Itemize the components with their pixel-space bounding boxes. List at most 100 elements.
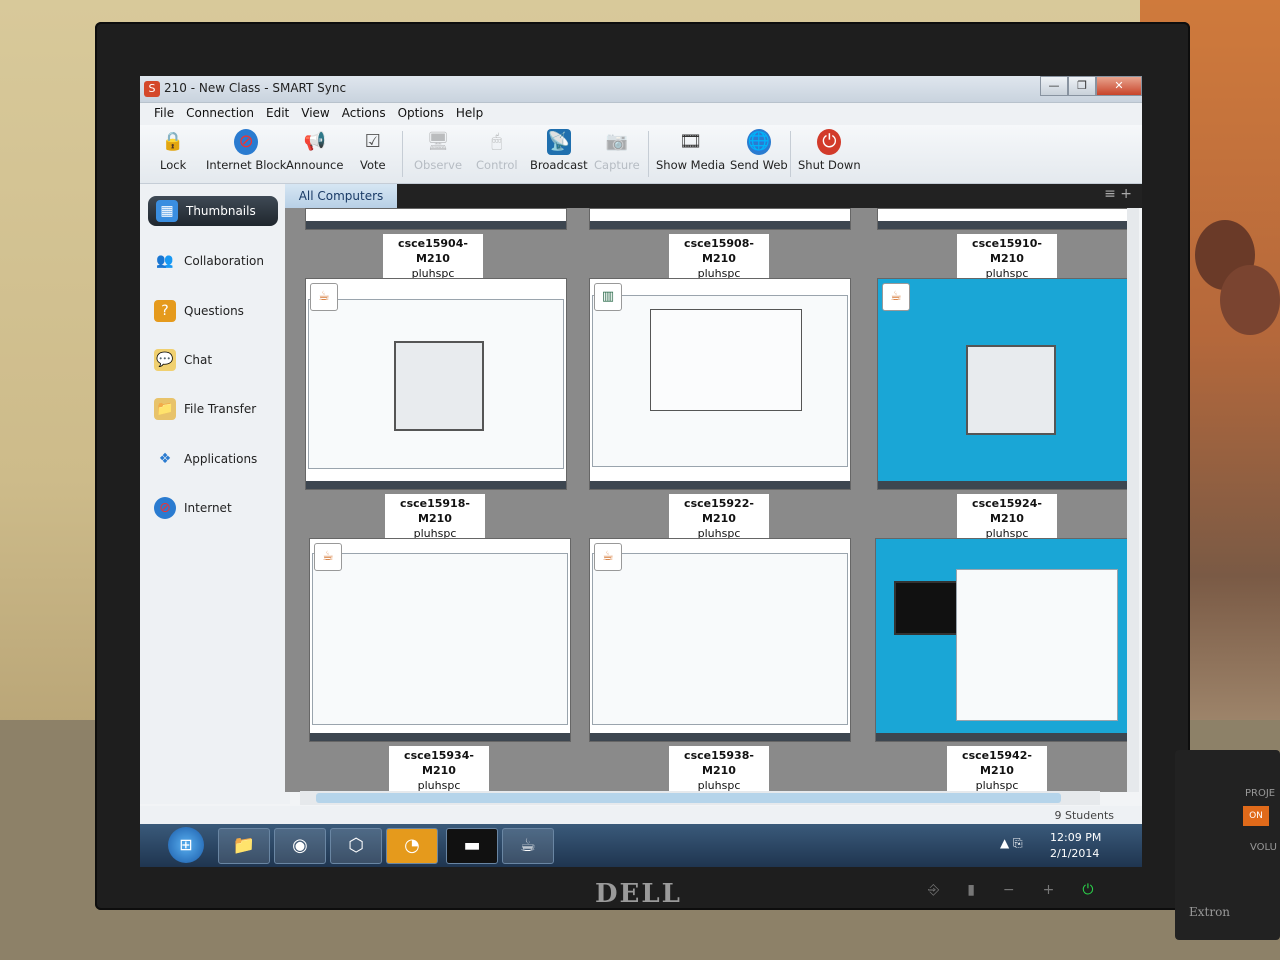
taskbar-chrome[interactable]: ◉ [274, 828, 326, 864]
computer-caption: csce15934-M210 pluhspc [389, 746, 489, 792]
vote-button[interactable]: ☑ Vote [360, 129, 386, 172]
power-icon[interactable]: ⏻ [1082, 882, 1093, 898]
sidebar-item-label: Internet [184, 501, 232, 515]
film-icon: 🎞 [679, 131, 703, 152]
computer-caption: csce15942-M210 pluhspc [947, 746, 1047, 792]
sidebar-item-applications[interactable]: ❖ Applications [154, 444, 258, 474]
computer-caption: csce15918-M210 pluhspc [385, 494, 485, 543]
window-title: 210 - New Class - SMART Sync [164, 81, 347, 95]
globe-icon: ⊘ [154, 497, 176, 519]
sidebar-item-internet[interactable]: ⊘ Internet [154, 493, 232, 523]
thumbnails-icon: ▦ [156, 200, 178, 222]
java-icon: ☕ [314, 543, 342, 571]
chat-icon: 💬 [154, 349, 176, 371]
sidebar-item-label: Thumbnails [186, 204, 256, 218]
computer-thumbnail[interactable] [877, 208, 1127, 230]
extron-on-button[interactable]: ON [1243, 806, 1269, 826]
menu-file[interactable]: File [150, 103, 182, 125]
lock-icon: 🔒 [161, 131, 185, 152]
computer-thumbnail[interactable] [875, 538, 1127, 742]
vote-label: Vote [360, 158, 386, 172]
lock-label: Lock [160, 158, 187, 172]
tab-tools-icon[interactable]: ≡ + [1104, 186, 1132, 202]
monitor-input-icon[interactable]: ⎆ [928, 882, 939, 898]
sidebar-item-collaboration[interactable]: 👥 Collaboration [154, 246, 264, 276]
sidebar-item-questions[interactable]: ? Questions [154, 296, 244, 326]
computer-caption: csce15908-M210 pluhspc [669, 234, 769, 283]
computer-thumbnail[interactable] [305, 208, 567, 230]
thumbnail-grid: csce15904-M210 pluhspc csce15908-M210 pl… [285, 208, 1127, 792]
dialog-window [650, 309, 802, 411]
capture-button[interactable]: 📷 Capture [594, 129, 640, 172]
monitor-minus-icon[interactable]: − [1003, 882, 1015, 898]
control-icon: 🖱 [491, 131, 503, 152]
power-icon: ⏻ [817, 129, 842, 155]
taskbar-command-prompt[interactable]: ▬ [446, 828, 498, 864]
sidebar-item-thumbnails[interactable]: ▦ Thumbnails [148, 196, 278, 226]
close-button[interactable]: ✕ [1096, 76, 1142, 96]
computer-thumbnail[interactable]: ☕ [877, 278, 1127, 490]
status-bar: 9 Students [140, 806, 1142, 824]
extron-proj-label: PROJE [1245, 788, 1276, 799]
toolbar-separator [648, 131, 649, 177]
send-web-button[interactable]: 🌐 Send Web [730, 129, 788, 172]
computer-name: csce15942-M210 [962, 749, 1032, 777]
computer-caption: csce15910-M210 pluhspc [957, 234, 1057, 283]
java-icon: ☕ [594, 543, 622, 571]
computer-caption: csce15904-M210 pluhspc [383, 234, 483, 283]
menu-bar: File Connection Edit View Actions Option… [140, 103, 1142, 125]
computer-name: csce15922-M210 [684, 497, 754, 525]
capture-label: Capture [594, 158, 640, 172]
taskbar-explorer[interactable]: 📁 [218, 828, 270, 864]
extron-volume-label: VOLU [1250, 842, 1277, 853]
menu-help[interactable]: Help [452, 103, 491, 125]
taskbar-clock[interactable]: 12:09 PM 2/1/2014 [1050, 830, 1101, 862]
scrollbar-thumb[interactable] [316, 793, 1061, 803]
shut-down-button[interactable]: ⏻ Shut Down [798, 129, 861, 172]
menu-view[interactable]: View [297, 103, 337, 125]
observe-icon: 🖥 [426, 131, 450, 152]
monitor-menu-icon[interactable]: ▮ [967, 882, 975, 898]
menu-connection[interactable]: Connection [182, 103, 262, 125]
menu-options[interactable]: Options [394, 103, 452, 125]
background-person [1220, 265, 1280, 335]
clock-date: 2/1/2014 [1050, 847, 1100, 860]
lock-button[interactable]: 🔒 Lock [160, 129, 186, 172]
tab-all-computers[interactable]: All Computers [285, 184, 397, 208]
tab-strip: All Computers ≡ + [285, 184, 1142, 208]
computer-thumbnail[interactable]: ☕ [309, 538, 571, 742]
taskbar-virtualbox[interactable]: ⬡ [330, 828, 382, 864]
taskbar-smart-sync[interactable]: ◔ [386, 828, 438, 864]
internet-block-button[interactable]: ⊘ Internet Block [206, 129, 286, 172]
vertical-scrollbar[interactable] [1127, 208, 1139, 792]
maximize-button[interactable]: ❐ [1068, 76, 1096, 96]
computer-thumbnail[interactable] [589, 208, 851, 230]
computer-name: csce15904-M210 [398, 237, 468, 265]
question-icon: ? [154, 300, 176, 322]
screen: S 210 - New Class - SMART Sync — ❐ ✕ Fil… [140, 76, 1142, 867]
computer-thumbnail[interactable]: ▥ [589, 278, 851, 490]
broadcast-button[interactable]: 📡 Broadcast [530, 129, 588, 172]
minimize-button[interactable]: — [1040, 76, 1068, 96]
taskbar-java[interactable]: ☕ [502, 828, 554, 864]
monitor-buttons: ⎆ ▮ − + ⏻ [928, 882, 1093, 898]
system-tray[interactable]: ▲ ⎘ [1000, 836, 1023, 851]
control-button[interactable]: 🖱 Control [476, 129, 518, 172]
sidebar-item-label: Applications [184, 452, 258, 466]
menu-edit[interactable]: Edit [262, 103, 297, 125]
show-media-button[interactable]: 🎞 Show Media [656, 129, 725, 172]
sidebar-item-label: Chat [184, 353, 213, 367]
observe-button[interactable]: 🖥 Observe [414, 129, 462, 172]
horizontal-scrollbar[interactable] [300, 791, 1100, 805]
start-button[interactable]: ⊞ [168, 827, 204, 863]
broadcast-icon: 📡 [546, 129, 571, 155]
sidebar-item-file-transfer[interactable]: 📁 File Transfer [154, 394, 256, 424]
monitor-plus-icon[interactable]: + [1043, 882, 1055, 898]
java-icon: ☕ [310, 283, 338, 311]
computer-thumbnail[interactable]: ☕ [305, 278, 567, 490]
computer-thumbnail[interactable]: ☕ [589, 538, 851, 742]
menu-actions[interactable]: Actions [338, 103, 394, 125]
sidebar-item-chat[interactable]: 💬 Chat [154, 345, 212, 375]
computer-caption: csce15938-M210 pluhspc [669, 746, 769, 792]
announce-button[interactable]: 📢 Announce [286, 129, 343, 172]
